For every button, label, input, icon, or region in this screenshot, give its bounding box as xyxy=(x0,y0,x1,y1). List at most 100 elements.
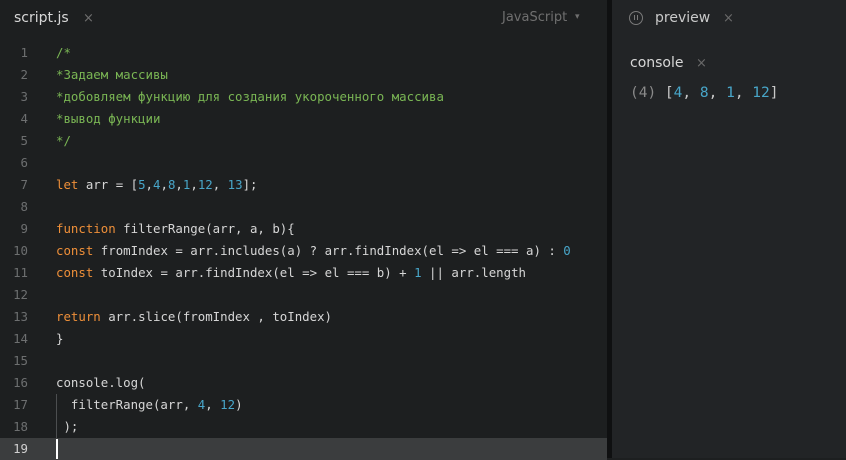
language-select[interactable]: JavaScript xyxy=(502,10,567,25)
close-icon[interactable]: × xyxy=(83,11,94,26)
code-token: , xyxy=(175,177,183,192)
line-number: 2 xyxy=(20,67,28,82)
array-value: 4 xyxy=(673,85,683,101)
code-text[interactable]: filterRange(arr, 4, 12) xyxy=(56,394,243,416)
line-number: 6 xyxy=(20,155,28,170)
line-number: 16 xyxy=(13,375,28,390)
code-text[interactable]: /* xyxy=(56,42,71,64)
code-line[interactable]: 11 const toIndex = arr.findIndex(el => el… xyxy=(0,262,607,284)
code-text[interactable]: *вывод функции xyxy=(56,108,160,130)
code-token: 5 xyxy=(138,177,146,192)
line-number: 10 xyxy=(13,243,28,258)
code-line[interactable]: 2 *Задаем массивы xyxy=(0,64,607,86)
code-token: *Задаем массивы xyxy=(56,67,168,82)
code-token: , xyxy=(160,177,168,192)
code-line[interactable]: 19 xyxy=(0,438,607,460)
code-line[interactable]: 18 ); xyxy=(0,416,607,438)
code-text[interactable]: function filterRange(arr, a, b){ xyxy=(56,218,295,240)
code-line[interactable]: 1 /* xyxy=(0,42,607,64)
array-open-bracket: [ xyxy=(656,85,674,101)
close-icon[interactable]: × xyxy=(723,11,734,26)
editor-tab-bar: script.js × JavaScript ▾ xyxy=(0,0,607,38)
line-number: 18 xyxy=(13,419,28,434)
line-number: 14 xyxy=(13,331,28,346)
code-token: , xyxy=(205,397,221,412)
code-token: 1 xyxy=(414,265,422,280)
preview-pane: preview × console × (4) [4, 8, 1, 12] xyxy=(612,0,846,458)
code-line[interactable]: 5 */ xyxy=(0,130,607,152)
code-text[interactable]: return arr.slice(fromIndex , toIndex) xyxy=(56,306,332,328)
line-number: 4 xyxy=(20,111,28,126)
array-value: 12 xyxy=(752,85,770,101)
code-token: filterRange(arr, xyxy=(56,397,198,412)
code-line[interactable]: 9 function filterRange(arr, a, b){ xyxy=(0,218,607,240)
console-output: (4) [4, 8, 1, 12] xyxy=(630,85,779,101)
code-editor-pane[interactable]: script.js × JavaScript ▾ 1 /* 2 *Задаем мас… xyxy=(0,0,607,460)
code-token: ) xyxy=(235,397,243,412)
code-token: /* xyxy=(56,45,71,60)
code-text[interactable]: const toIndex = arr.findIndex(el => el =… xyxy=(56,262,526,284)
preview-tab-label[interactable]: preview xyxy=(655,10,710,26)
line-number: 19 xyxy=(13,441,28,456)
code-token: toIndex = arr.findIndex(el => el === b) … xyxy=(93,265,415,280)
code-token: fromIndex = arr.includes(a) ? arr.findIn… xyxy=(93,243,564,258)
console-tab[interactable]: console xyxy=(630,55,684,71)
code-text[interactable]: *Задаем массивы xyxy=(56,64,168,86)
chevron-down-icon[interactable]: ▾ xyxy=(575,12,580,22)
code-token: arr = [ xyxy=(78,177,139,192)
line-number: 5 xyxy=(20,133,28,148)
file-tab-script-js[interactable]: script.js xyxy=(14,10,69,26)
line-number: 11 xyxy=(13,265,28,280)
code-token: return xyxy=(56,309,101,324)
code-token: const xyxy=(56,265,94,280)
code-token: 0 xyxy=(563,243,571,258)
line-number: 3 xyxy=(20,89,28,104)
code-line[interactable]: 15 xyxy=(0,350,607,372)
code-line[interactable]: 10 const fromIndex = arr.includes(a) ? ar… xyxy=(0,240,607,262)
preview-tab[interactable]: preview × xyxy=(612,0,846,38)
code-line[interactable]: 13 return arr.slice(fromIndex , toIndex) xyxy=(0,306,607,328)
code-token: const xyxy=(56,243,94,258)
code-token: filterRange(arr, a, b){ xyxy=(115,221,295,236)
pause-icon[interactable] xyxy=(629,11,643,25)
code-text[interactable]: console.log( xyxy=(56,372,146,394)
code-token: } xyxy=(56,331,64,346)
code-token: ]; xyxy=(242,177,258,192)
code-text[interactable]: const fromIndex = arr.includes(a) ? arr.… xyxy=(56,240,571,262)
code-token: arr.slice(fromIndex , toIndex) xyxy=(100,309,333,324)
text-cursor xyxy=(56,439,58,459)
code-line[interactable]: 14} xyxy=(0,328,607,350)
array-value: 8 xyxy=(699,85,709,101)
code-line[interactable]: 6 xyxy=(0,152,607,174)
code-line[interactable]: 12 xyxy=(0,284,607,306)
line-number: 15 xyxy=(13,353,28,368)
code-token: let xyxy=(56,177,79,192)
code-text[interactable]: *добовляем функцию для создания укорочен… xyxy=(56,86,444,108)
line-number: 9 xyxy=(20,221,28,236)
line-number: 17 xyxy=(13,397,28,412)
array-length: (4) xyxy=(630,85,657,101)
code-token: 12 xyxy=(220,397,236,412)
code-area[interactable]: 1 /* 2 *Задаем массивы 3 *добовляем функцию д… xyxy=(0,42,607,460)
code-line[interactable]: 4 *вывод функции xyxy=(0,108,607,130)
array-close-bracket: ] xyxy=(769,85,779,101)
close-icon[interactable]: × xyxy=(696,56,707,71)
code-token: *вывод функции xyxy=(56,111,161,126)
code-line[interactable]: 16 console.log( xyxy=(0,372,607,394)
code-text[interactable]: let arr = [5,4,8,1,12, 13]; xyxy=(56,174,258,196)
line-number: 12 xyxy=(13,287,28,302)
code-line[interactable]: 7 let arr = [5,4,8,1,12, 13]; xyxy=(0,174,607,196)
code-token: , xyxy=(212,177,228,192)
code-text[interactable]: ); xyxy=(56,416,78,438)
code-token: , xyxy=(190,177,198,192)
code-line[interactable]: 8 xyxy=(0,196,607,218)
code-token: || arr.length xyxy=(421,265,526,280)
code-line[interactable]: 3 *добовляем функцию для создания укороче… xyxy=(0,86,607,108)
code-token: console.log( xyxy=(56,375,146,390)
code-text[interactable]: */ xyxy=(56,130,71,152)
code-token: , xyxy=(145,177,154,192)
code-text[interactable]: } xyxy=(56,328,63,350)
code-line[interactable]: 17 filterRange(arr, 4, 12) xyxy=(0,394,607,416)
array-value: 1 xyxy=(726,85,735,101)
line-number: 8 xyxy=(20,199,28,214)
